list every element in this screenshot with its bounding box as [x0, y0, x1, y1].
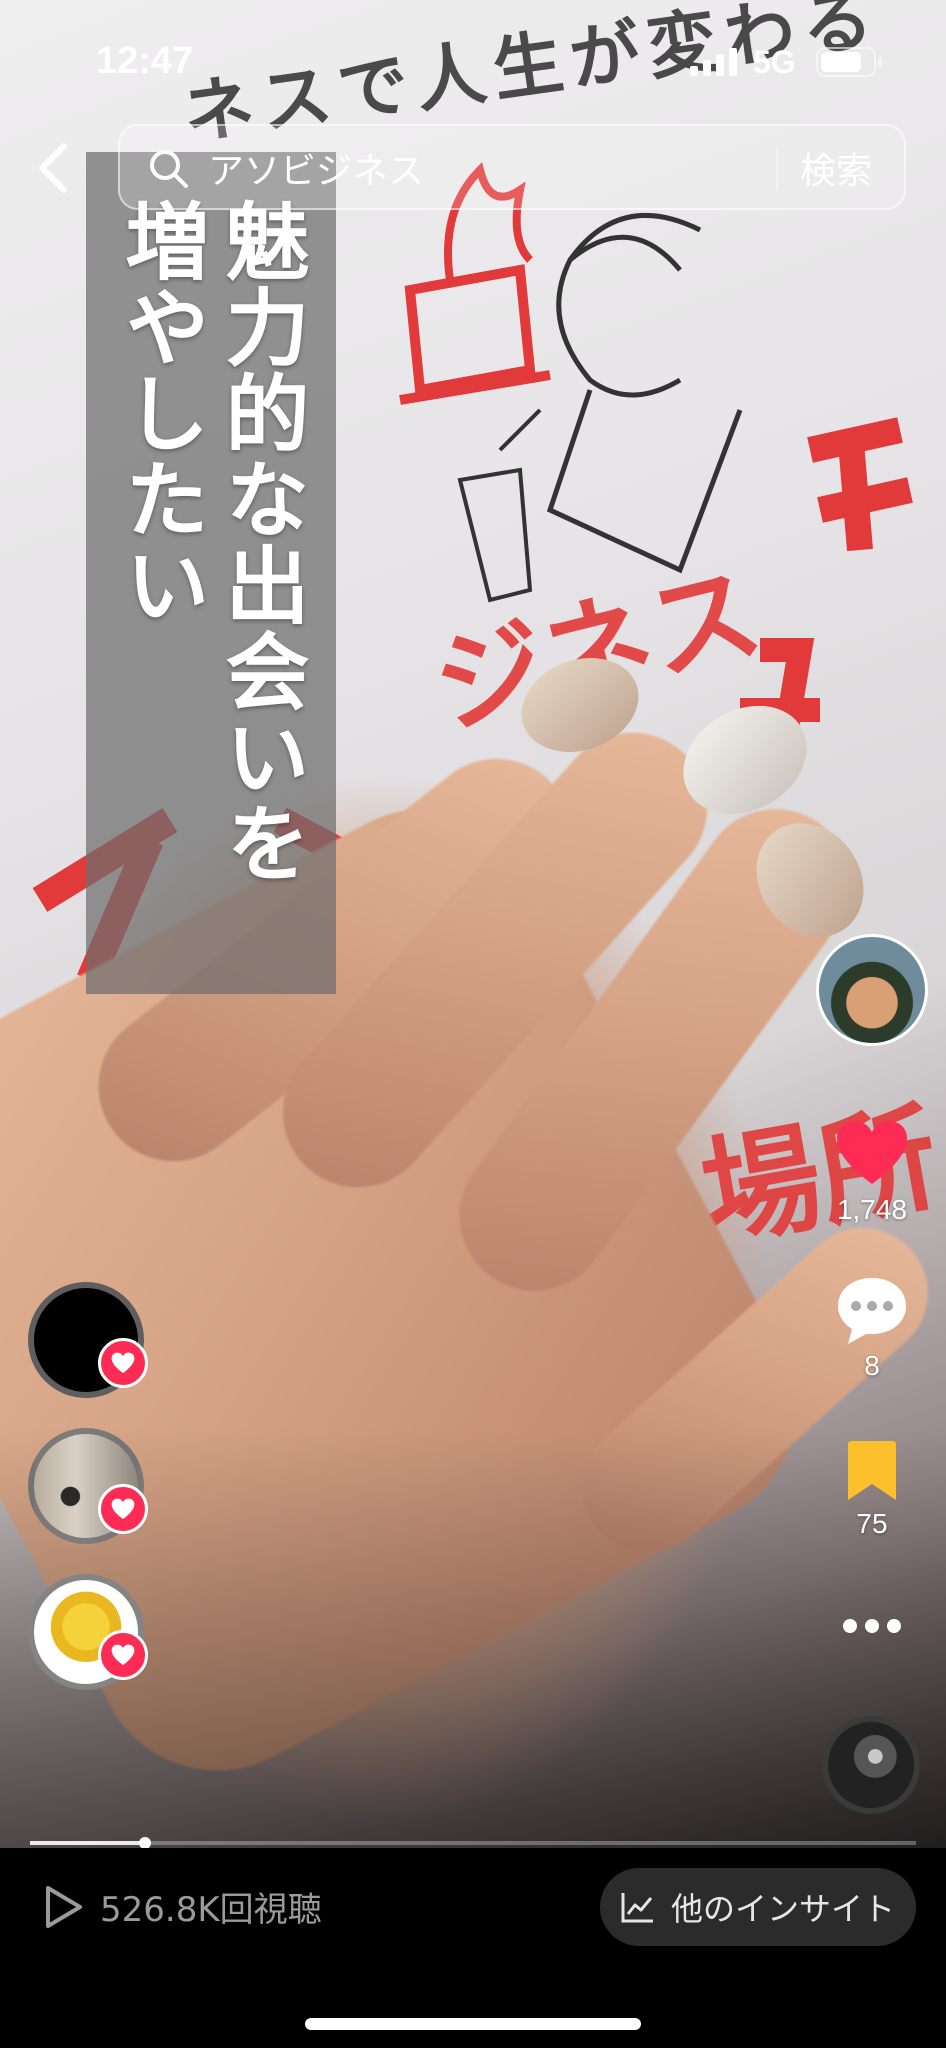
search-divider [776, 148, 778, 190]
liked-heart-badge [98, 1484, 148, 1534]
status-time: 12:47 [96, 40, 194, 82]
progress-fill [30, 1841, 146, 1845]
music-disc[interactable] [822, 1716, 920, 1814]
heart-icon [111, 1498, 135, 1520]
video-screen: ネスで人生が変わる ジネス 場所 魅力的な出会いを 増やしたい 12:47 5G… [0, 0, 946, 2048]
comment-button[interactable]: 8 [817, 1274, 927, 1382]
search-submit-button[interactable]: 検索 [800, 142, 872, 194]
back-chevron-icon[interactable] [32, 140, 76, 196]
more-insights-button[interactable]: 他のインサイト [600, 1868, 916, 1946]
more-options-button[interactable] [817, 1616, 927, 1636]
caption-line-2: 増やしたい [112, 198, 211, 628]
related-account-2[interactable] [28, 1428, 148, 1544]
view-count-text: 526.8K回視聴 [100, 1890, 322, 1930]
chart-line-icon [621, 1893, 653, 1923]
view-count: 526.8K回視聴 [44, 1882, 322, 1931]
play-icon [46, 1885, 82, 1928]
caption-line-1: 魅力的な出会いを [212, 198, 311, 886]
bookmark-icon [848, 1441, 896, 1500]
liked-heart-badge [98, 1630, 148, 1680]
more-dots-icon [843, 1619, 901, 1633]
cellular-signal-icon [690, 48, 737, 76]
network-type: 5G [753, 44, 796, 80]
search-bar[interactable]: 検索 [118, 124, 906, 210]
liked-heart-badge [98, 1338, 148, 1388]
bookmark-count: 75 [856, 1508, 888, 1539]
search-input[interactable] [208, 142, 768, 194]
like-count: 1,748 [836, 1194, 908, 1225]
bookmark-button[interactable]: 75 [817, 1440, 927, 1540]
comment-count: 8 [864, 1350, 880, 1381]
home-indicator [305, 2018, 641, 2030]
comment-bubble-icon [838, 1278, 906, 1344]
heart-icon [111, 1644, 135, 1666]
related-account-3[interactable] [28, 1574, 148, 1690]
video-progress-bar[interactable] [30, 1837, 916, 1849]
status-bar: 12:47 5G [0, 0, 946, 120]
more-insights-label: 他のインサイト [670, 1890, 895, 1928]
search-icon [150, 150, 188, 188]
like-button[interactable]: 1,748 [817, 1120, 927, 1226]
video-caption-overlay: 魅力的な出会いを 増やしたい [86, 152, 336, 994]
creator-avatar[interactable] [816, 934, 928, 1046]
battery-icon [816, 47, 882, 77]
bottom-bar: 526.8K回視聴 他のインサイト [0, 1848, 946, 2048]
heart-icon [111, 1352, 135, 1374]
related-account-1[interactable] [28, 1282, 148, 1398]
heart-icon [837, 1121, 907, 1184]
